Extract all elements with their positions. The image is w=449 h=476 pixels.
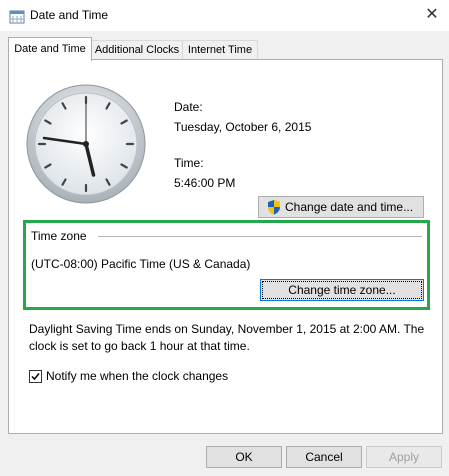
close-button[interactable]: ✕ <box>420 4 444 26</box>
apply-button: Apply <box>366 446 442 468</box>
notify-checkbox-label[interactable]: Notify me when the clock changes <box>46 369 228 383</box>
time-label: Time: <box>174 156 204 170</box>
date-time-app-icon <box>9 8 25 24</box>
dst-notice-line-2: clock is set to go back 1 hour at that t… <box>29 339 250 353</box>
notify-checkbox[interactable] <box>29 370 42 383</box>
tab-internet-time[interactable]: Internet Time <box>182 40 258 60</box>
time-zone-divider <box>98 236 422 237</box>
cancel-button[interactable]: Cancel <box>286 446 362 468</box>
time-value: 5:46:00 PM <box>174 176 236 190</box>
checkmark-icon <box>31 373 40 381</box>
change-date-and-time-label: Change date and time... <box>285 200 414 214</box>
time-zone-section-label: Time zone <box>31 229 87 243</box>
analog-clock <box>26 84 146 207</box>
uac-shield-icon <box>267 199 281 221</box>
ok-button[interactable]: OK <box>206 446 282 468</box>
window-title: Date and Time <box>30 8 109 22</box>
title-bar: Date and Time ✕ <box>0 0 449 31</box>
date-value: Tuesday, October 6, 2015 <box>174 120 312 134</box>
time-zone-value: (UTC-08:00) Pacific Time (US & Canada) <box>31 257 251 271</box>
time-zone-highlight: Time zone (UTC-08:00) Pacific Time (US &… <box>23 220 430 310</box>
dst-notice-line-1: Daylight Saving Time ends on Sunday, Nov… <box>29 322 425 336</box>
tab-panel: Date: Tuesday, October 6, 2015 Time: 5:4… <box>8 59 443 434</box>
change-time-zone-label: Change time zone... <box>288 283 396 297</box>
tab-date-and-time[interactable]: Date and Time <box>8 37 92 61</box>
tab-additional-clocks[interactable]: Additional Clocks <box>91 40 183 60</box>
date-label: Date: <box>174 100 203 114</box>
change-time-zone-button[interactable]: Change time zone... <box>260 279 424 301</box>
change-date-and-time-button[interactable]: Change date and time... <box>258 196 424 218</box>
